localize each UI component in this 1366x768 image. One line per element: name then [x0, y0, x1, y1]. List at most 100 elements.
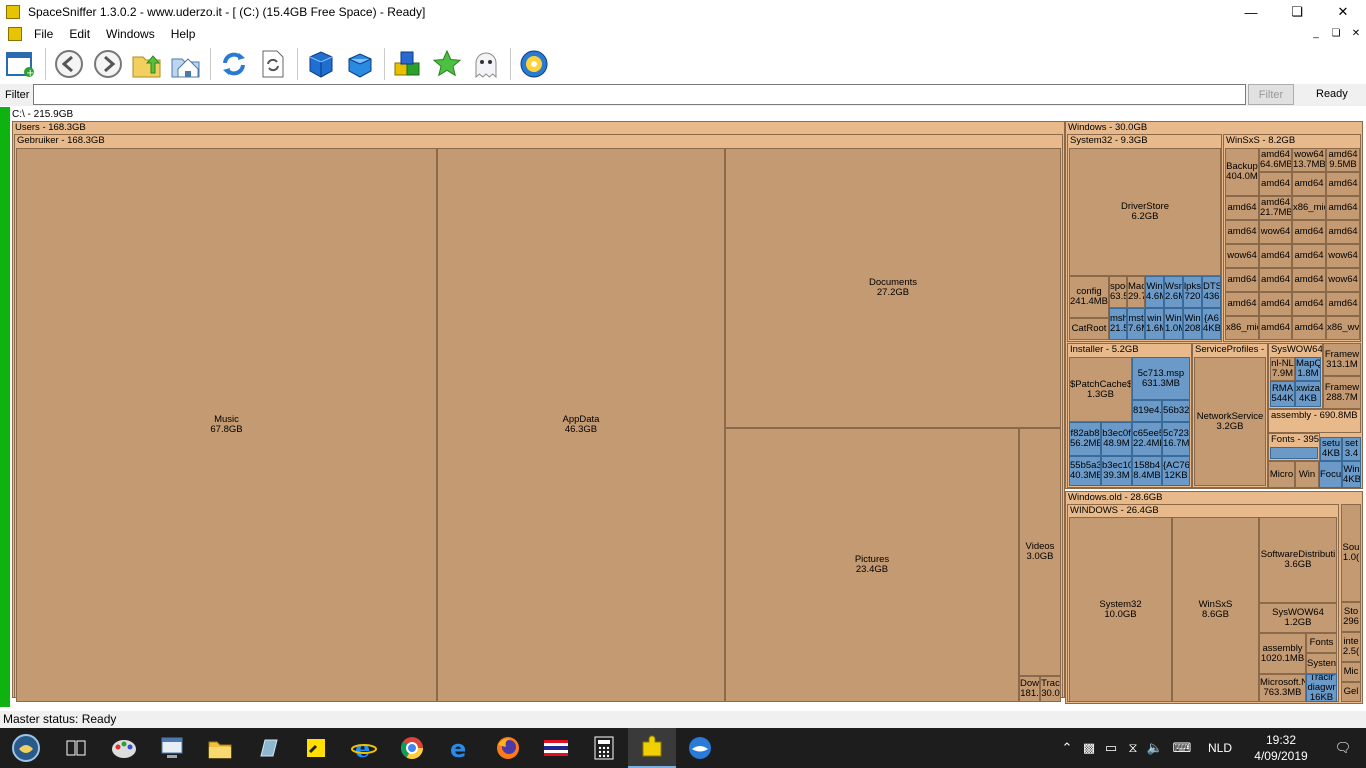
taskbar-calculator[interactable]: [580, 728, 628, 768]
treemap-block-system-old[interactable]: Systen: [1306, 653, 1337, 674]
treemap-block-win-f[interactable]: Win 4KB: [1342, 461, 1361, 488]
treemap-block-5c723[interactable]: 5c723 16.7M: [1162, 422, 1190, 456]
treemap-block-softwaredistribution[interactable]: SoftwareDistributi 3.6GB: [1259, 517, 1337, 603]
treemap-block-driverstore[interactable]: DriverStore 6.2GB: [1069, 148, 1221, 276]
new-window-button[interactable]: +: [4, 47, 38, 81]
treemap-block-nl-nl[interactable]: nl-NL 7.9M: [1270, 357, 1295, 381]
settings-button[interactable]: [517, 47, 551, 81]
treemap-block-wow64-5[interactable]: wow64: [1326, 268, 1360, 292]
treemap-block-rma[interactable]: RMA 544K: [1270, 381, 1295, 407]
treemap-block-amd64-22[interactable]: amd64: [1292, 316, 1326, 340]
treemap-block-syswow64-old[interactable]: SysWOW64 1.2GB: [1259, 603, 1337, 633]
treemap-block-fonts-a-blue[interactable]: [1270, 447, 1318, 459]
treemap-block-diagwr[interactable]: Tracir diagwr 16KB: [1306, 674, 1337, 702]
treemap-block-wow64-4[interactable]: wow64: [1326, 244, 1360, 268]
treemap-block-setup-b[interactable]: set 3.4: [1342, 437, 1361, 461]
battery-icon[interactable]: ▭: [1100, 740, 1122, 756]
input-language[interactable]: NLD: [1198, 741, 1242, 755]
treemap-block-amd64-8[interactable]: amd64: [1326, 196, 1360, 220]
document-icon[interactable]: [8, 26, 22, 41]
home-button[interactable]: [169, 47, 203, 81]
treemap-block-amd64-11[interactable]: amd64: [1326, 220, 1360, 244]
favorites-button[interactable]: [430, 47, 464, 81]
treemap-block-56b32[interactable]: 56b32: [1162, 400, 1190, 422]
network-status-icon[interactable]: ▩: [1078, 740, 1100, 756]
treemap-block-mst[interactable]: mst 7.6M: [1127, 308, 1145, 340]
taskbar-firefox[interactable]: [484, 728, 532, 768]
treemap-block-win-c[interactable]: Win 1.0M: [1164, 308, 1183, 340]
menu-windows[interactable]: Windows: [98, 27, 163, 41]
treemap-block-downloads[interactable]: Dow 181.: [1019, 676, 1040, 702]
treemap-block-assembly-a[interactable]: assembly - 690.8MB: [1268, 409, 1361, 433]
treemap-block-win-a[interactable]: Win 4.6M: [1145, 276, 1164, 308]
treemap-block-appdata[interactable]: AppData 46.3GB: [437, 148, 725, 702]
treemap-block-amd64-6[interactable]: amd64: [1225, 196, 1259, 220]
treemap-block-amd64-3[interactable]: amd64: [1259, 172, 1292, 196]
treemap-block-amd64-17[interactable]: amd64: [1225, 292, 1259, 316]
treemap-block-amd64-19[interactable]: amd64: [1292, 292, 1326, 316]
treemap-block-amd64-5[interactable]: amd64: [1326, 172, 1360, 196]
volume-icon[interactable]: 🔈: [1144, 740, 1166, 756]
treemap-block-b3ec0f[interactable]: b3ec0f 48.9M: [1101, 422, 1132, 456]
taskbar-chrome[interactable]: [388, 728, 436, 768]
treemap-block-x86-2[interactable]: x86_mic: [1225, 316, 1259, 340]
treemap-block-winsxs-old[interactable]: WinSxS 8.6GB: [1172, 517, 1259, 702]
treemap-block-backup[interactable]: Backup 404.0M: [1225, 148, 1259, 196]
refresh-button[interactable]: [217, 47, 251, 81]
treemap-block-framew-1[interactable]: Framew 313.1M: [1323, 343, 1361, 376]
taskbar-spacesniffer[interactable]: [628, 728, 676, 768]
treemap-block-ac76[interactable]: {AC76 12KB: [1162, 456, 1190, 486]
treemap-block-msh[interactable]: msh 21.5: [1109, 308, 1127, 340]
chevron-up-icon[interactable]: ⌃: [1056, 740, 1078, 756]
treemap-block-wow64-3[interactable]: wow64: [1225, 244, 1259, 268]
menu-help[interactable]: Help: [163, 27, 204, 41]
treemap-block-b3ec10[interactable]: b3ec10 39.3M: [1101, 456, 1132, 486]
taskbar-paint[interactable]: [100, 728, 148, 768]
treemap-block-158b4[interactable]: 158b4 8.4MB: [1132, 456, 1162, 486]
taskbar-flag-app[interactable]: [532, 728, 580, 768]
treemap-block-music[interactable]: Music 67.8GB: [16, 148, 437, 702]
treemap-block-system32-old[interactable]: System32 10.0GB: [1069, 517, 1172, 702]
treemap-block-amd64-13[interactable]: amd64: [1292, 244, 1326, 268]
treemap-block-mac[interactable]: Mac 29.7: [1127, 276, 1145, 308]
close-button[interactable]: ✕: [1320, 0, 1366, 24]
treemap-block-sto[interactable]: Sto 296: [1341, 602, 1361, 632]
forward-button[interactable]: [91, 47, 125, 81]
treemap-block-fonts-old[interactable]: Fonts: [1306, 633, 1337, 653]
taskbar-internet-explorer[interactable]: e: [340, 728, 388, 768]
filter-input[interactable]: [33, 84, 1246, 105]
taskbar-sticky-notes[interactable]: [292, 728, 340, 768]
treemap-block-tracing[interactable]: Trac 30.0: [1040, 676, 1061, 702]
mdi-restore-button[interactable]: ❏: [1326, 24, 1346, 43]
mdi-close-button[interactable]: ✕: [1346, 24, 1366, 43]
treemap-block-lpks[interactable]: lpks 720: [1183, 276, 1202, 308]
treemap-block-xwiza[interactable]: xwiza 4KB: [1295, 381, 1321, 407]
treemap-block-focus[interactable]: Focu: [1319, 461, 1342, 488]
taskbar-explorer[interactable]: [196, 728, 244, 768]
wifi-icon[interactable]: ⧖: [1122, 740, 1144, 756]
task-view-button[interactable]: [52, 728, 100, 768]
minimize-button[interactable]: —: [1228, 0, 1274, 24]
treemap-block-inte[interactable]: inte 2.5(: [1341, 632, 1361, 662]
treemap-block-win-e[interactable]: Win: [1295, 461, 1319, 488]
treemap-block-wow64-2[interactable]: wow64: [1259, 220, 1292, 244]
clock[interactable]: 19:32 4/09/2019: [1242, 732, 1320, 764]
treemap-block-x86-3[interactable]: x86_wv: [1326, 316, 1360, 340]
treemap-block-amd64-10[interactable]: amd64: [1292, 220, 1326, 244]
refresh-page-button[interactable]: [256, 47, 290, 81]
treemap-block-pictures[interactable]: Pictures 23.4GB: [725, 428, 1019, 702]
zoom-in-button[interactable]: [304, 47, 338, 81]
taskbar-remote[interactable]: [148, 728, 196, 768]
ghost-button[interactable]: [469, 47, 503, 81]
treemap-block-amd64-18[interactable]: amd64: [1259, 292, 1292, 316]
treemap-block-amd64-9[interactable]: amd64: [1225, 220, 1259, 244]
treemap-block-x86-1[interactable]: x86_mic: [1292, 196, 1326, 220]
menu-edit[interactable]: Edit: [61, 27, 98, 41]
tags-button[interactable]: [391, 47, 425, 81]
treemap-block-amd64-16[interactable]: amd64: [1292, 268, 1326, 292]
restore-button[interactable]: ❏: [1274, 0, 1320, 24]
treemap-block-dts[interactable]: DTS 436: [1202, 276, 1221, 308]
treemap-block-mapq[interactable]: MapQ 1.8M: [1295, 357, 1321, 381]
notifications-icon[interactable]: 🗨: [1320, 740, 1366, 756]
treemap-block-patchcache[interactable]: $PatchCache$ 1.3GB: [1069, 357, 1132, 422]
